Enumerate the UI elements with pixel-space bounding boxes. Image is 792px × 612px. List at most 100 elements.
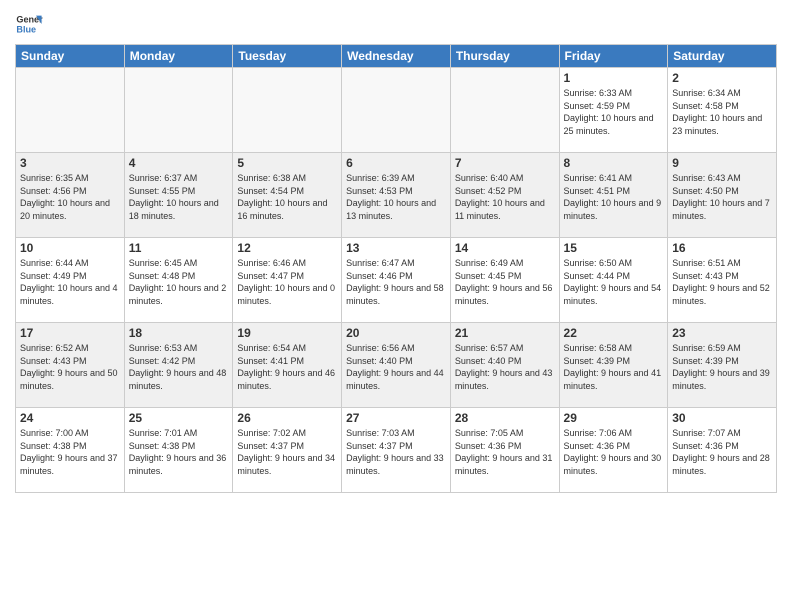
day-info: Sunrise: 6:58 AM Sunset: 4:39 PM Dayligh… [564, 342, 664, 392]
day-info: Sunrise: 6:53 AM Sunset: 4:42 PM Dayligh… [129, 342, 229, 392]
calendar-cell: 3 Sunrise: 6:35 AM Sunset: 4:56 PM Daylig… [16, 153, 125, 238]
calendar-table: SundayMondayTuesdayWednesdayThursdayFrid… [15, 44, 777, 493]
logo-icon: General Blue [15, 10, 43, 38]
weekday-header: Saturday [668, 45, 777, 68]
day-number: 10 [20, 241, 120, 255]
day-info: Sunrise: 7:00 AM Sunset: 4:38 PM Dayligh… [20, 427, 120, 477]
day-number: 18 [129, 326, 229, 340]
calendar-cell [342, 68, 451, 153]
calendar-cell: 6Sunrise: 6:39 AM Sunset: 4:53 PM Daylig… [342, 153, 451, 238]
calendar-cell: 11 Sunrise: 6:45 AM Sunset: 4:48 PM Dayli… [124, 238, 233, 323]
calendar-cell: 23 Sunrise: 6:59 AM Sunset: 4:39 PM Dayli… [668, 323, 777, 408]
weekday-header: Wednesday [342, 45, 451, 68]
day-info: Sunrise: 6:33 AM Sunset: 4:59 PM Dayligh… [564, 87, 664, 137]
day-info: Sunrise: 6:46 AM Sunset: 4:47 PM Dayligh… [237, 257, 337, 307]
day-info: Sunrise: 6:34 AM Sunset: 4:58 PM Dayligh… [672, 87, 772, 137]
day-number: 22 [564, 326, 664, 340]
day-number: 1 [564, 71, 664, 85]
day-info: Sunrise: 6:45 AM Sunset: 4:48 PM Dayligh… [129, 257, 229, 307]
day-number: 25 [129, 411, 229, 425]
day-number: 16 [672, 241, 772, 255]
day-number: 4 [129, 156, 229, 170]
calendar-cell [16, 68, 125, 153]
calendar-header-row: SundayMondayTuesdayWednesdayThursdayFrid… [16, 45, 777, 68]
day-info: Sunrise: 7:02 AM Sunset: 4:37 PM Dayligh… [237, 427, 337, 477]
page-header: General Blue [15, 10, 777, 38]
calendar-cell: 25 Sunrise: 7:01 AM Sunset: 4:38 PM Dayli… [124, 408, 233, 493]
day-number: 19 [237, 326, 337, 340]
calendar-cell: 14 Sunrise: 6:49 AM Sunset: 4:45 PM Dayli… [450, 238, 559, 323]
calendar-cell: 16 Sunrise: 6:51 AM Sunset: 4:43 PM Dayli… [668, 238, 777, 323]
day-number: 28 [455, 411, 555, 425]
day-info: Sunrise: 6:38 AM Sunset: 4:54 PM Dayligh… [237, 172, 337, 222]
calendar-cell: 19Sunrise: 6:54 AM Sunset: 4:41 PM Dayli… [233, 323, 342, 408]
day-info: Sunrise: 7:05 AM Sunset: 4:36 PM Dayligh… [455, 427, 555, 477]
day-number: 11 [129, 241, 229, 255]
day-number: 3 [20, 156, 120, 170]
day-info: Sunrise: 6:43 AM Sunset: 4:50 PM Dayligh… [672, 172, 772, 222]
calendar-cell: 12 Sunrise: 6:46 AM Sunset: 4:47 PM Dayli… [233, 238, 342, 323]
calendar-cell: 17 Sunrise: 6:52 AM Sunset: 4:43 PM Dayli… [16, 323, 125, 408]
day-info: Sunrise: 6:44 AM Sunset: 4:49 PM Dayligh… [20, 257, 120, 307]
day-info: Sunrise: 7:03 AM Sunset: 4:37 PM Dayligh… [346, 427, 446, 477]
day-number: 23 [672, 326, 772, 340]
weekday-header: Tuesday [233, 45, 342, 68]
calendar-cell: 2Sunrise: 6:34 AM Sunset: 4:58 PM Daylig… [668, 68, 777, 153]
calendar-week-row: 1 Sunrise: 6:33 AM Sunset: 4:59 PM Daylig… [16, 68, 777, 153]
day-info: Sunrise: 6:41 AM Sunset: 4:51 PM Dayligh… [564, 172, 664, 222]
weekday-header: Thursday [450, 45, 559, 68]
calendar-week-row: 3 Sunrise: 6:35 AM Sunset: 4:56 PM Daylig… [16, 153, 777, 238]
day-info: Sunrise: 6:49 AM Sunset: 4:45 PM Dayligh… [455, 257, 555, 307]
day-info: Sunrise: 7:07 AM Sunset: 4:36 PM Dayligh… [672, 427, 772, 477]
calendar-cell: 29Sunrise: 7:06 AM Sunset: 4:36 PM Dayli… [559, 408, 668, 493]
calendar-cell: 27 Sunrise: 7:03 AM Sunset: 4:37 PM Dayli… [342, 408, 451, 493]
calendar-cell: 15Sunrise: 6:50 AM Sunset: 4:44 PM Dayli… [559, 238, 668, 323]
day-info: Sunrise: 6:52 AM Sunset: 4:43 PM Dayligh… [20, 342, 120, 392]
calendar-cell: 13 Sunrise: 6:47 AM Sunset: 4:46 PM Dayli… [342, 238, 451, 323]
calendar-cell: 20Sunrise: 6:56 AM Sunset: 4:40 PM Dayli… [342, 323, 451, 408]
calendar-cell: 8Sunrise: 6:41 AM Sunset: 4:51 PM Daylig… [559, 153, 668, 238]
day-number: 30 [672, 411, 772, 425]
calendar-cell: 21Sunrise: 6:57 AM Sunset: 4:40 PM Dayli… [450, 323, 559, 408]
calendar-cell: 5 Sunrise: 6:38 AM Sunset: 4:54 PM Daylig… [233, 153, 342, 238]
day-info: Sunrise: 6:59 AM Sunset: 4:39 PM Dayligh… [672, 342, 772, 392]
logo: General Blue [15, 10, 43, 38]
svg-text:Blue: Blue [16, 24, 36, 34]
day-number: 13 [346, 241, 446, 255]
day-number: 14 [455, 241, 555, 255]
day-number: 5 [237, 156, 337, 170]
day-info: Sunrise: 6:40 AM Sunset: 4:52 PM Dayligh… [455, 172, 555, 222]
day-number: 6 [346, 156, 446, 170]
calendar-cell: 9Sunrise: 6:43 AM Sunset: 4:50 PM Daylig… [668, 153, 777, 238]
day-number: 15 [564, 241, 664, 255]
day-info: Sunrise: 6:56 AM Sunset: 4:40 PM Dayligh… [346, 342, 446, 392]
calendar-cell: 22 Sunrise: 6:58 AM Sunset: 4:39 PM Dayli… [559, 323, 668, 408]
day-number: 12 [237, 241, 337, 255]
day-number: 27 [346, 411, 446, 425]
day-info: Sunrise: 6:51 AM Sunset: 4:43 PM Dayligh… [672, 257, 772, 307]
day-info: Sunrise: 7:01 AM Sunset: 4:38 PM Dayligh… [129, 427, 229, 477]
day-info: Sunrise: 6:47 AM Sunset: 4:46 PM Dayligh… [346, 257, 446, 307]
day-number: 21 [455, 326, 555, 340]
weekday-header: Sunday [16, 45, 125, 68]
calendar-cell: 10 Sunrise: 6:44 AM Sunset: 4:49 PM Dayli… [16, 238, 125, 323]
calendar-cell: 18 Sunrise: 6:53 AM Sunset: 4:42 PM Dayli… [124, 323, 233, 408]
day-info: Sunrise: 6:37 AM Sunset: 4:55 PM Dayligh… [129, 172, 229, 222]
calendar-cell [124, 68, 233, 153]
calendar-cell: 26 Sunrise: 7:02 AM Sunset: 4:37 PM Dayli… [233, 408, 342, 493]
day-number: 26 [237, 411, 337, 425]
calendar-cell: 7 Sunrise: 6:40 AM Sunset: 4:52 PM Daylig… [450, 153, 559, 238]
day-info: Sunrise: 6:35 AM Sunset: 4:56 PM Dayligh… [20, 172, 120, 222]
calendar-cell [233, 68, 342, 153]
day-info: Sunrise: 7:06 AM Sunset: 4:36 PM Dayligh… [564, 427, 664, 477]
calendar-cell: 24 Sunrise: 7:00 AM Sunset: 4:38 PM Dayli… [16, 408, 125, 493]
day-number: 24 [20, 411, 120, 425]
calendar-week-row: 24 Sunrise: 7:00 AM Sunset: 4:38 PM Dayli… [16, 408, 777, 493]
weekday-header: Monday [124, 45, 233, 68]
weekday-header: Friday [559, 45, 668, 68]
calendar-cell: 30 Sunrise: 7:07 AM Sunset: 4:36 PM Dayli… [668, 408, 777, 493]
calendar-cell [450, 68, 559, 153]
day-number: 7 [455, 156, 555, 170]
day-number: 17 [20, 326, 120, 340]
calendar-week-row: 17 Sunrise: 6:52 AM Sunset: 4:43 PM Dayli… [16, 323, 777, 408]
